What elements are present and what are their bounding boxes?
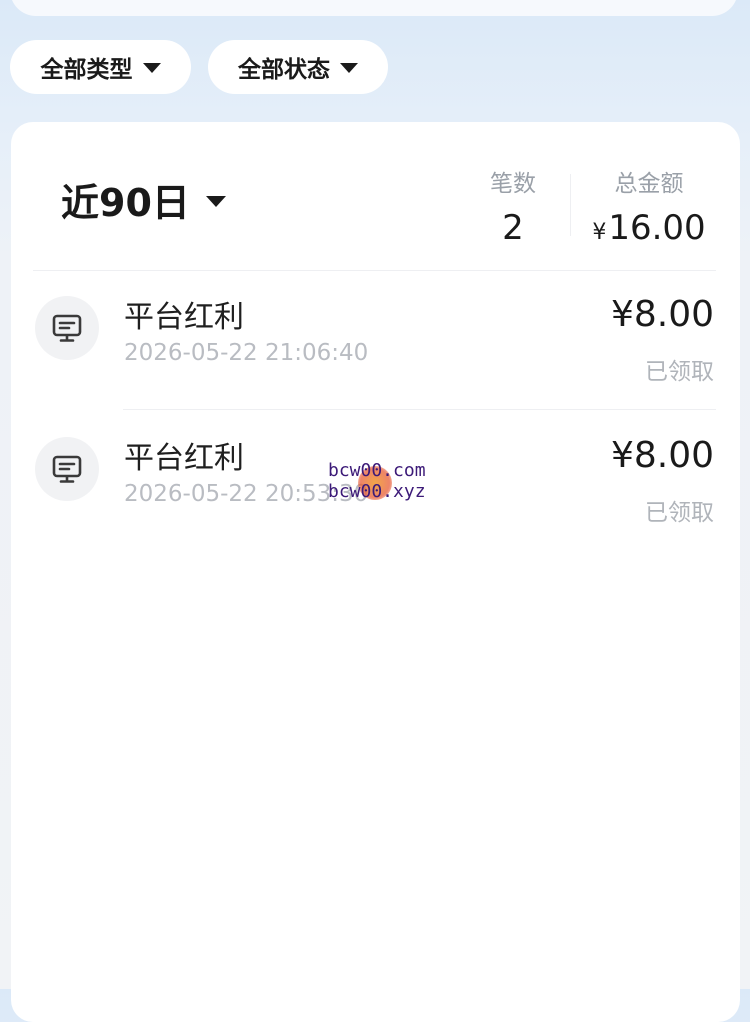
records-card: 近90日 笔数 2 总金额 ¥16.00 平台红利 2026-05-22 21:… <box>11 122 740 1022</box>
stat-divider <box>570 174 571 236</box>
watermark: bcw00.com bcw00.xyz <box>328 460 438 504</box>
record-icon-badge <box>35 437 99 501</box>
watermark-line-1: bcw00.com <box>328 460 426 481</box>
total-label: 总金额 <box>614 171 684 197</box>
monitor-icon <box>52 455 82 483</box>
record-status: 已领取 <box>645 500 714 526</box>
period-selector[interactable]: 近90日 <box>61 172 226 227</box>
status-filter-label: 全部状态 <box>238 57 330 83</box>
status-filter-dropdown[interactable]: 全部状态 <box>208 40 388 94</box>
caret-down-icon <box>205 196 226 207</box>
record-row[interactable]: 平台红利 2026-05-22 21:06:40 ¥8.00 已领取 <box>11 270 740 410</box>
row-divider <box>123 409 716 410</box>
period-label: 近90日 <box>61 181 190 225</box>
type-filter-label: 全部类型 <box>40 57 133 83</box>
count-label: 笔数 <box>490 171 536 197</box>
monitor-icon <box>52 314 82 342</box>
watermark-line-2: bcw00.xyz <box>328 481 426 502</box>
record-title: 平台红利 <box>124 300 244 335</box>
total-stat: 总金额 ¥16.00 <box>589 164 709 248</box>
caret-down-icon <box>142 63 161 73</box>
total-value: 16.00 <box>608 208 706 248</box>
caret-down-icon <box>340 63 358 73</box>
record-title: 平台红利 <box>124 441 244 476</box>
record-amount: ¥8.00 <box>610 294 714 335</box>
record-status: 已领取 <box>645 359 714 385</box>
record-time: 2026-05-22 21:06:40 <box>124 340 369 366</box>
count-stat: 笔数 2 <box>463 164 563 248</box>
count-value: 2 <box>502 208 524 248</box>
total-amount: ¥16.00 <box>589 208 709 248</box>
record-icon-badge <box>35 296 99 360</box>
top-card <box>10 0 738 16</box>
currency-symbol: ¥ <box>592 220 607 245</box>
record-amount: ¥8.00 <box>610 435 714 476</box>
type-filter-dropdown[interactable]: 全部类型 <box>10 40 191 94</box>
